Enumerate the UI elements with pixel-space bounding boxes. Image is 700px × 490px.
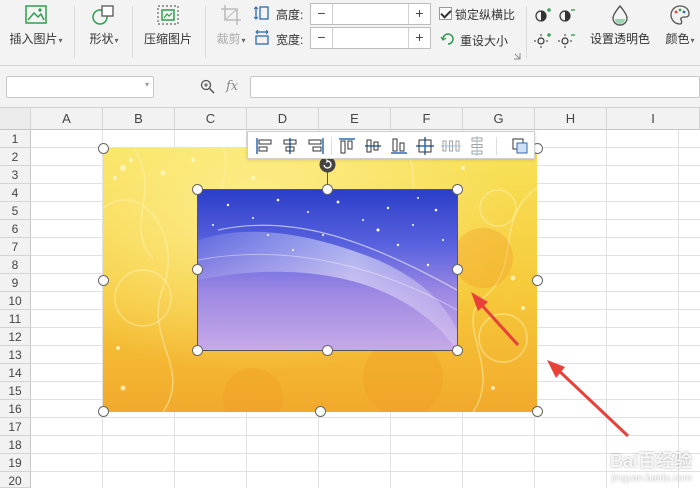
annotation-arrows <box>0 0 700 488</box>
annotation-arrow <box>471 292 518 345</box>
watermark-site: jingyan.baidu.com <box>610 473 692 484</box>
annotation-arrow <box>547 360 628 436</box>
watermark: Bai百经验 jingyan.baidu.com <box>610 447 692 484</box>
watermark-brand: Bai百经验 <box>610 447 692 473</box>
